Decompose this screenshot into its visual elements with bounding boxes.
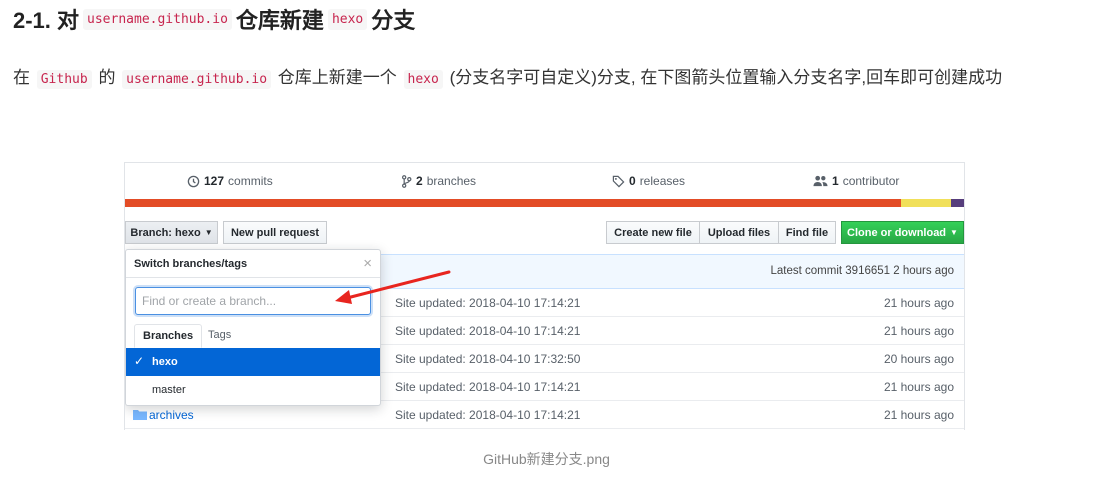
history-icon [187,175,200,187]
commit-age: 21 hours ago [883,408,954,422]
branches-count: 2 [416,174,423,188]
people-icon [813,175,828,187]
commits-link[interactable]: 127 commits [187,174,273,188]
instruction-paragraph: 在 Github 的 username.github.io 仓库上新建一个 he… [13,62,1083,95]
releases-label: releases [639,174,686,188]
clone-or-download-label: Clone or download [847,226,947,239]
releases-count: 0 [629,174,636,188]
contributors-label: contributor [842,174,900,188]
heading-code-repo: username.github.io [83,8,232,30]
file-name[interactable]: archives [149,408,194,422]
latest-commit-text[interactable]: Latest commit 3916651 2 hours ago [771,265,954,277]
language-bar-segment[interactable] [901,199,951,207]
clone-or-download-button[interactable]: Clone or download ▼ [841,221,964,244]
folder-icon [133,410,147,420]
commit-message[interactable]: Site updated: 2018-04-10 17:14:21 [395,380,580,394]
annotation-arrow-icon [335,270,451,304]
branch-item-hexo[interactable]: ✓ hexo [126,348,380,376]
commit-age: 21 hours ago [883,324,954,338]
releases-link[interactable]: 0 releases [612,174,685,188]
contributors-link[interactable]: 1 contributor [813,174,899,188]
dropdown-tabs: Branches Tags [126,324,380,349]
heading-suffix: 分支 [371,8,416,33]
branch-name: hexo [152,356,178,368]
branch-select-label: Branch: hexo [130,226,201,239]
para-code-branch: hexo [403,70,443,89]
check-icon: ✓ [134,354,145,368]
contributors-count: 1 [832,174,839,188]
para-code-github: Github [36,70,92,89]
new-pull-request-button[interactable]: New pull request [223,221,327,244]
tag-icon [612,175,625,187]
caret-down-icon: ▼ [204,228,213,237]
language-bar[interactable] [125,199,964,207]
branch-name: master [152,384,186,396]
dropdown-title: Switch branches/tags [134,258,248,270]
commits-count: 127 [204,174,225,188]
section-heading: 2-1. 对 username.github.io 仓库新建 hexo 分支 [13,2,415,36]
commit-message[interactable]: Site updated: 2018-04-10 17:14:21 [395,408,580,422]
find-file-label: Find file [785,226,829,239]
commits-label: commits [228,174,273,188]
heading-code-branch: hexo [327,8,368,30]
find-file-button[interactable]: Find file [778,221,836,244]
branches-link[interactable]: 2 branches [401,174,476,188]
tab-branches-label: Branches [143,330,194,342]
heading-prefix: 2-1. 对 [13,8,80,33]
github-repo-screenshot: 127 commits 2 branches 0 releases 1 cont… [124,162,965,430]
para-text: 在 [13,68,30,87]
create-new-file-button[interactable]: Create new file [606,221,700,244]
tab-tags[interactable]: Tags [200,324,239,348]
new-pull-request-label: New pull request [230,226,320,239]
commit-message[interactable]: Site updated: 2018-04-10 17:14:21 [395,324,580,338]
tab-branches[interactable]: Branches [134,324,203,348]
para-code-repo: username.github.io [122,70,272,89]
para-text: 仓库上新建一个 [277,68,397,87]
tab-tags-label: Tags [208,329,232,341]
upload-files-label: Upload files [707,226,771,239]
commit-age: 21 hours ago [883,296,954,310]
repo-summary: 127 commits 2 branches 0 releases 1 cont… [125,163,964,199]
language-bar-segment[interactable] [950,199,964,207]
commit-message[interactable]: Site updated: 2018-04-10 17:32:50 [395,352,580,366]
caret-down-icon: ▼ [950,228,958,237]
para-text: 的 [98,68,116,87]
commit-age: 21 hours ago [883,380,954,394]
branch-select-button[interactable]: Branch: hexo ▼ [125,221,218,244]
create-new-file-label: Create new file [614,226,692,239]
para-text: (分支名字可自定义)分支, 在下图箭头位置输入分支名字,回车即可创建成功 [449,68,1003,87]
image-caption: GitHub新建分支.png [483,451,610,467]
branch-icon [401,174,412,188]
upload-files-button[interactable]: Upload files [699,221,779,244]
branch-item-master[interactable]: master [126,376,380,404]
language-bar-segment[interactable] [125,199,902,207]
heading-middle: 仓库新建 [235,8,324,33]
commit-age: 20 hours ago [883,352,954,366]
branches-label: branches [426,174,477,188]
